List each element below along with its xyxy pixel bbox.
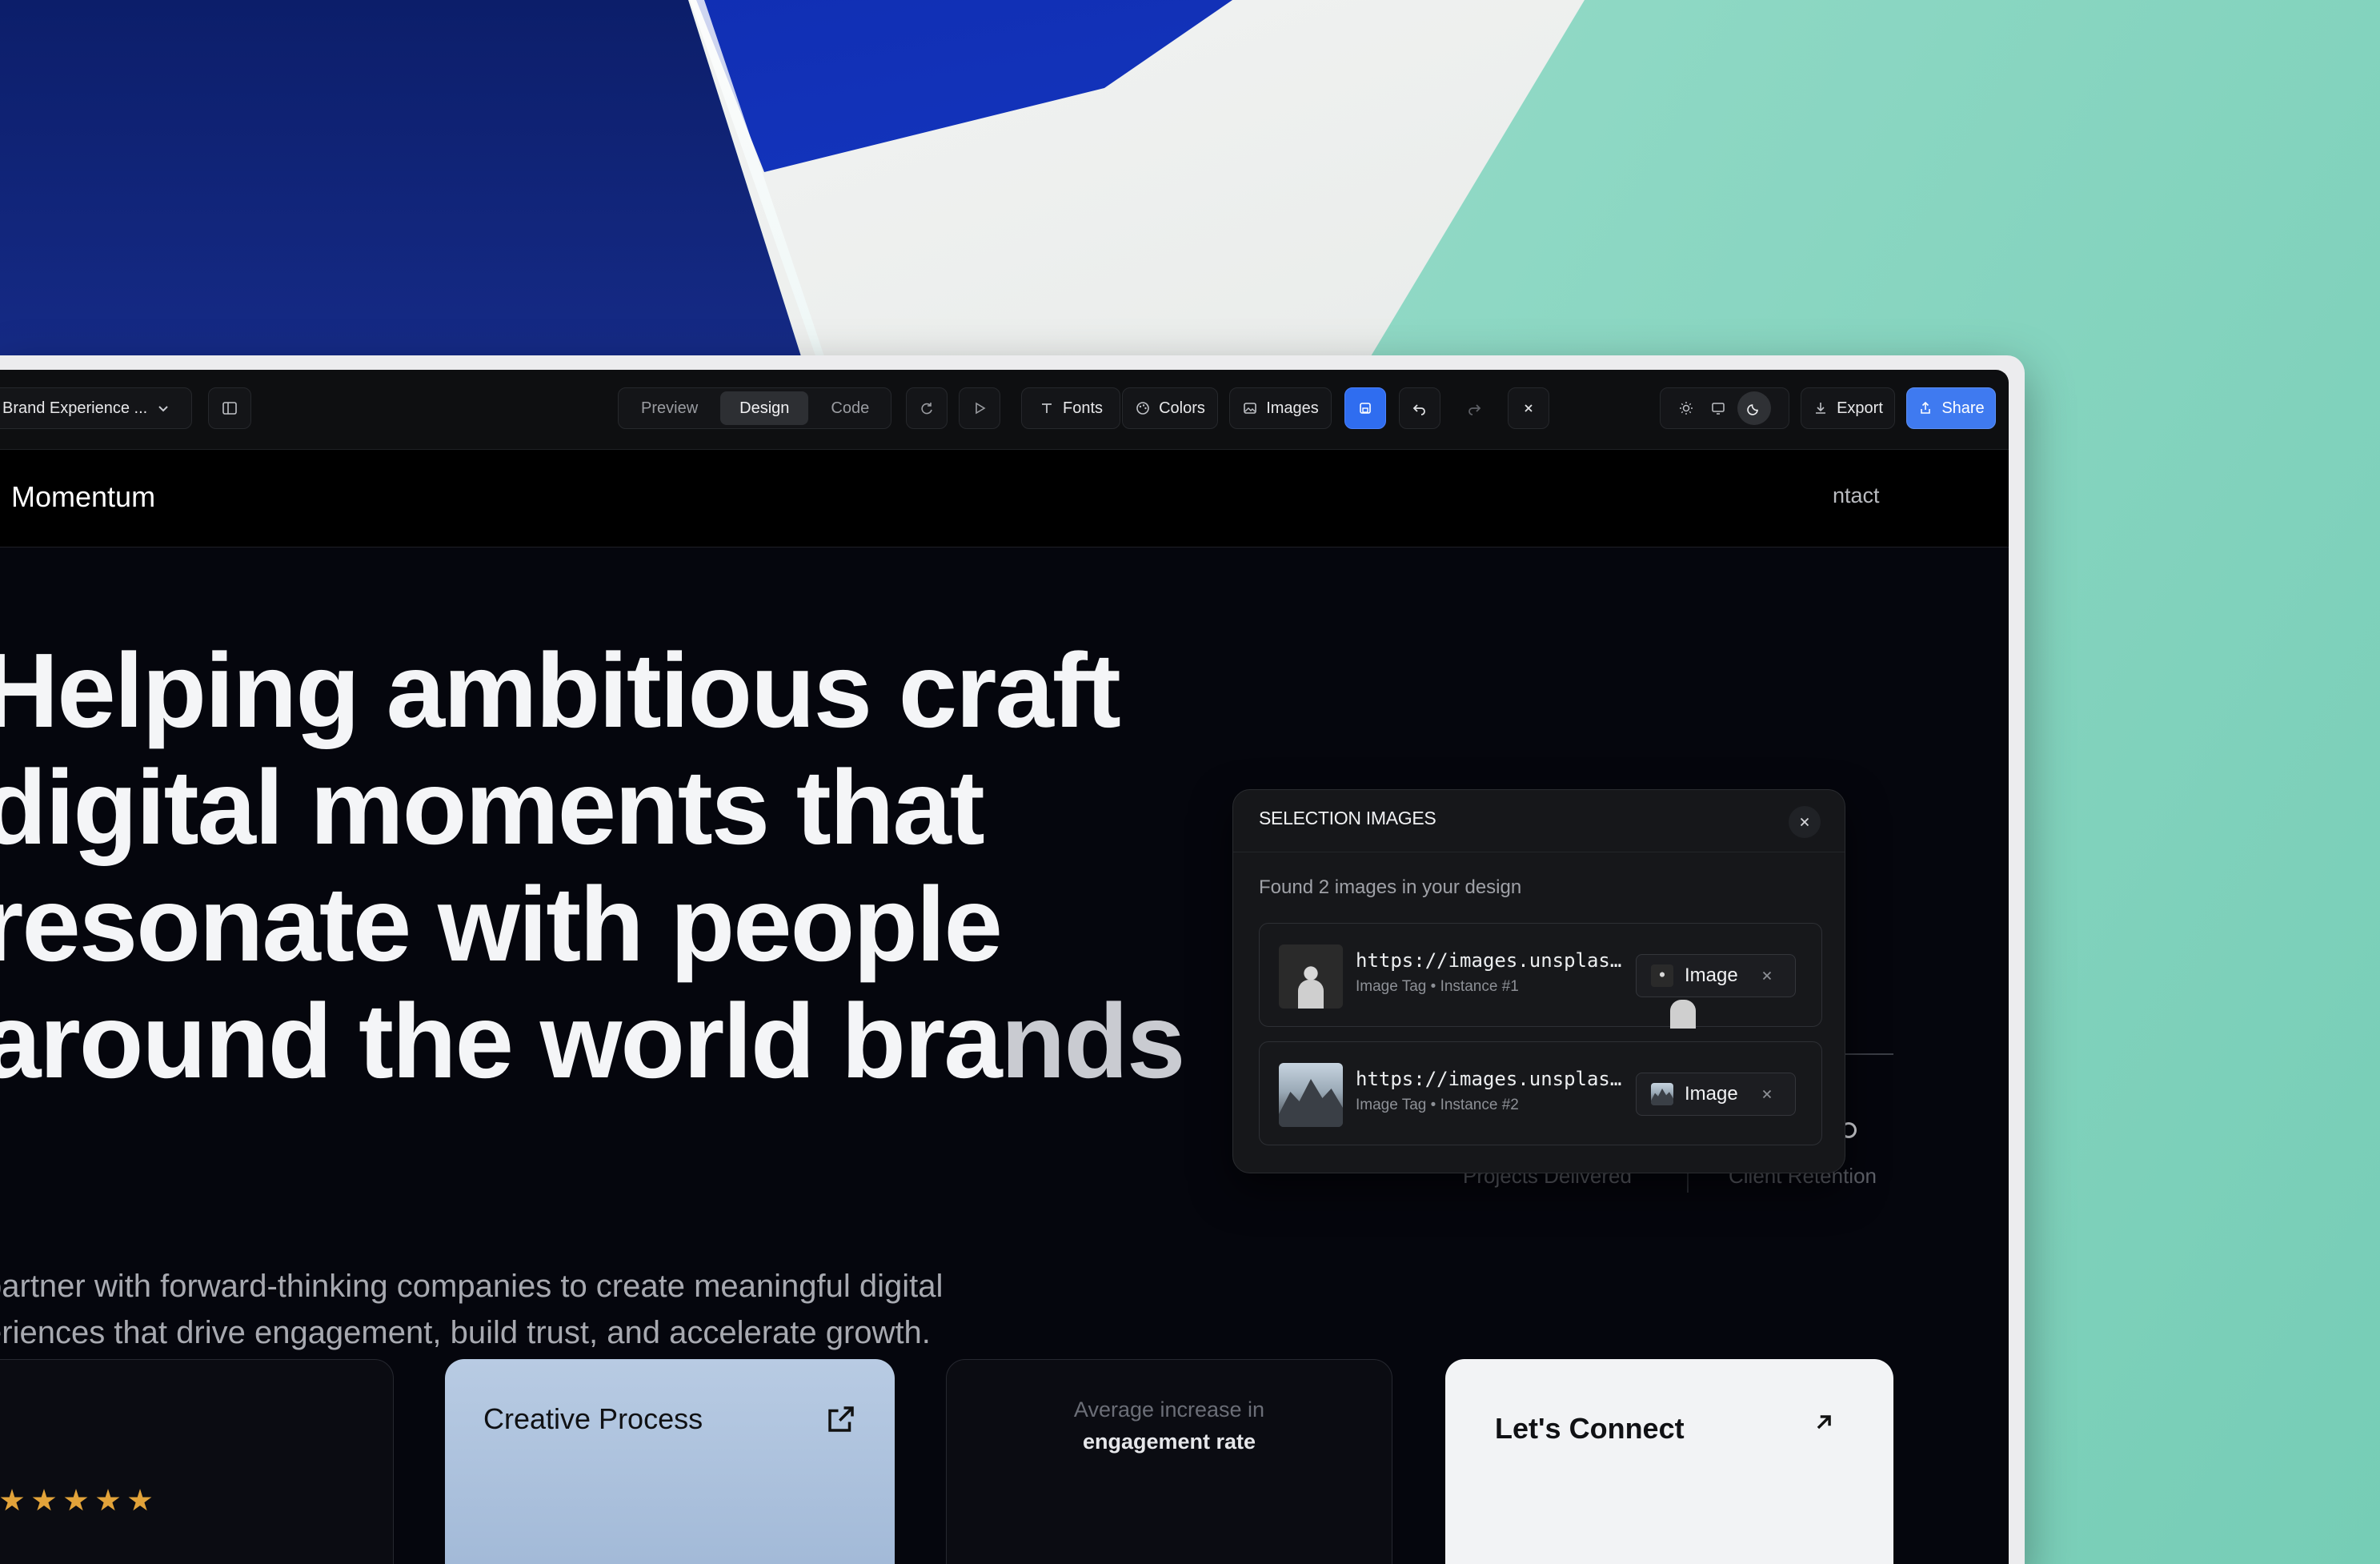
card-lets-connect[interactable]: Let's Connect bbox=[1445, 1359, 1893, 1564]
hero-line-1: Helping ambitious craft bbox=[0, 632, 1121, 749]
moon-icon bbox=[1747, 404, 1758, 415]
chevron-down-icon bbox=[158, 406, 168, 412]
popover-title: SELECTION IMAGES bbox=[1259, 808, 1436, 828]
refresh-icon bbox=[921, 403, 932, 415]
image-thumbnail bbox=[1279, 1063, 1343, 1127]
refresh-button[interactable] bbox=[906, 387, 948, 429]
site-brand[interactable]: Momentum bbox=[11, 480, 155, 514]
moon-toggle[interactable] bbox=[1737, 391, 1771, 425]
chip-label: Image bbox=[1685, 1083, 1738, 1105]
hero-subtitle: partner with forward-thinking companies … bbox=[0, 1263, 992, 1356]
image-meta: Image Tag • Instance #2 bbox=[1356, 1097, 1519, 1113]
rating-stars bbox=[0, 1489, 152, 1513]
monitor-icon[interactable] bbox=[1710, 400, 1726, 416]
images-button[interactable]: Images bbox=[1229, 387, 1332, 429]
hero-line-4: around the world brands bbox=[0, 983, 1343, 1100]
popover-subtitle: Found 2 images in your design bbox=[1259, 876, 1522, 898]
image-thumbnail bbox=[1279, 944, 1343, 1009]
images-label: Images bbox=[1266, 399, 1319, 417]
arrow-up-right-icon[interactable] bbox=[1810, 1409, 1837, 1436]
external-link-icon[interactable] bbox=[824, 1402, 858, 1436]
nav-link-contact[interactable]: ntact bbox=[1833, 483, 1880, 508]
image-list-item[interactable]: https://images.unsplash.com/ Image Tag •… bbox=[1259, 923, 1822, 1029]
card-engagement-label: engagement rate bbox=[1082, 1430, 1256, 1454]
card-creative-process[interactable]: Creative Process bbox=[445, 1359, 895, 1564]
card-connect-title: Let's Connect bbox=[1495, 1412, 1685, 1445]
sun-icon[interactable] bbox=[1678, 400, 1694, 416]
play-button[interactable] bbox=[959, 387, 1000, 429]
site-navbar: Momentum ntact bbox=[0, 450, 2009, 547]
hero-line-2: digital moments that bbox=[0, 748, 985, 866]
chip-thumbnail bbox=[1651, 1083, 1673, 1105]
share-button[interactable]: Share bbox=[1906, 387, 1996, 429]
selection-images-popover: SELECTION IMAGES Found 2 images in your … bbox=[1232, 789, 1845, 1173]
tab-design[interactable]: Design bbox=[720, 391, 809, 425]
toolbar: Brand Experience ... Preview Design Code… bbox=[0, 370, 2009, 450]
image-replace-chip[interactable]: Image bbox=[1636, 1073, 1796, 1116]
hero-heading: Helping ambitious craft digital moments … bbox=[0, 632, 1343, 1100]
card-engagement: Average increase in engagement rate bbox=[946, 1359, 1392, 1564]
share-label: Share bbox=[1941, 399, 1985, 417]
image-replace-chip[interactable]: Image bbox=[1636, 954, 1796, 1029]
tab-code[interactable]: Code bbox=[811, 391, 888, 425]
image-url: https://images.unsplash.com/ bbox=[1356, 1068, 1628, 1090]
star-icon bbox=[0, 1489, 24, 1511]
text-icon bbox=[1041, 403, 1052, 413]
hero-line-4-main: around the world bra bbox=[0, 982, 1003, 1100]
toggle-sidebar-button[interactable] bbox=[208, 387, 251, 429]
popover-close-button[interactable] bbox=[1789, 806, 1821, 838]
tab-preview[interactable]: Preview bbox=[622, 391, 717, 425]
undo-button[interactable] bbox=[1399, 387, 1440, 429]
star-icon bbox=[96, 1489, 120, 1511]
chip-thumbnail bbox=[1651, 964, 1696, 1029]
close-editor-button[interactable] bbox=[1508, 387, 1549, 429]
hero-subtitle-line-2: eriences that drive engagement, build tr… bbox=[0, 1315, 931, 1350]
hero-line-3: resonate with people bbox=[0, 865, 1003, 983]
close-icon bbox=[1525, 404, 1533, 412]
remove-icon[interactable] bbox=[1760, 1087, 1774, 1101]
image-meta: Image Tag • Instance #1 bbox=[1356, 978, 1519, 995]
view-mode-tabs: Preview Design Code bbox=[618, 387, 891, 429]
project-selector[interactable]: Brand Experience ... bbox=[0, 387, 192, 429]
export-button[interactable]: Export bbox=[1801, 387, 1895, 429]
palette-icon bbox=[1136, 402, 1149, 415]
chip-label: Image bbox=[1685, 964, 1738, 986]
share-icon bbox=[1921, 401, 1931, 414]
redo-icon bbox=[1468, 404, 1481, 415]
save-button[interactable] bbox=[1344, 387, 1386, 429]
export-label: Export bbox=[1837, 399, 1883, 417]
colors-button[interactable]: Colors bbox=[1122, 387, 1218, 429]
colors-label: Colors bbox=[1159, 399, 1205, 417]
save-icon bbox=[1360, 403, 1371, 414]
undo-icon bbox=[1412, 404, 1425, 415]
card-creative-title: Creative Process bbox=[483, 1402, 703, 1435]
card-engagement-text: Average increase in engagement rate bbox=[947, 1394, 1392, 1458]
star-icon bbox=[32, 1489, 56, 1511]
fonts-button[interactable]: Fonts bbox=[1021, 387, 1120, 429]
card-reviews[interactable] bbox=[0, 1359, 394, 1564]
hero-subtitle-line-1: partner with forward-thinking companies … bbox=[0, 1269, 944, 1304]
remove-icon[interactable] bbox=[1760, 968, 1774, 983]
download-icon bbox=[1816, 403, 1826, 414]
project-name: Brand Experience ... bbox=[2, 399, 148, 417]
close-icon bbox=[1800, 817, 1809, 827]
star-icon bbox=[64, 1489, 88, 1511]
image-icon bbox=[1244, 403, 1257, 414]
image-list-item[interactable]: https://images.unsplash.com/ Image Tag •… bbox=[1259, 1041, 1822, 1145]
star-icon bbox=[128, 1489, 152, 1511]
redo-button[interactable] bbox=[1453, 387, 1495, 429]
image-url: https://images.unsplash.com/ bbox=[1356, 949, 1628, 972]
popover-header: SELECTION IMAGES bbox=[1233, 790, 1845, 852]
fonts-label: Fonts bbox=[1062, 399, 1104, 417]
card-avg-label: Average increase in bbox=[1073, 1398, 1265, 1422]
hero-line-4-fade: nds bbox=[1000, 982, 1186, 1100]
sidebar-icon bbox=[222, 402, 237, 415]
play-icon bbox=[976, 402, 986, 415]
theme-switcher bbox=[1660, 387, 1789, 429]
